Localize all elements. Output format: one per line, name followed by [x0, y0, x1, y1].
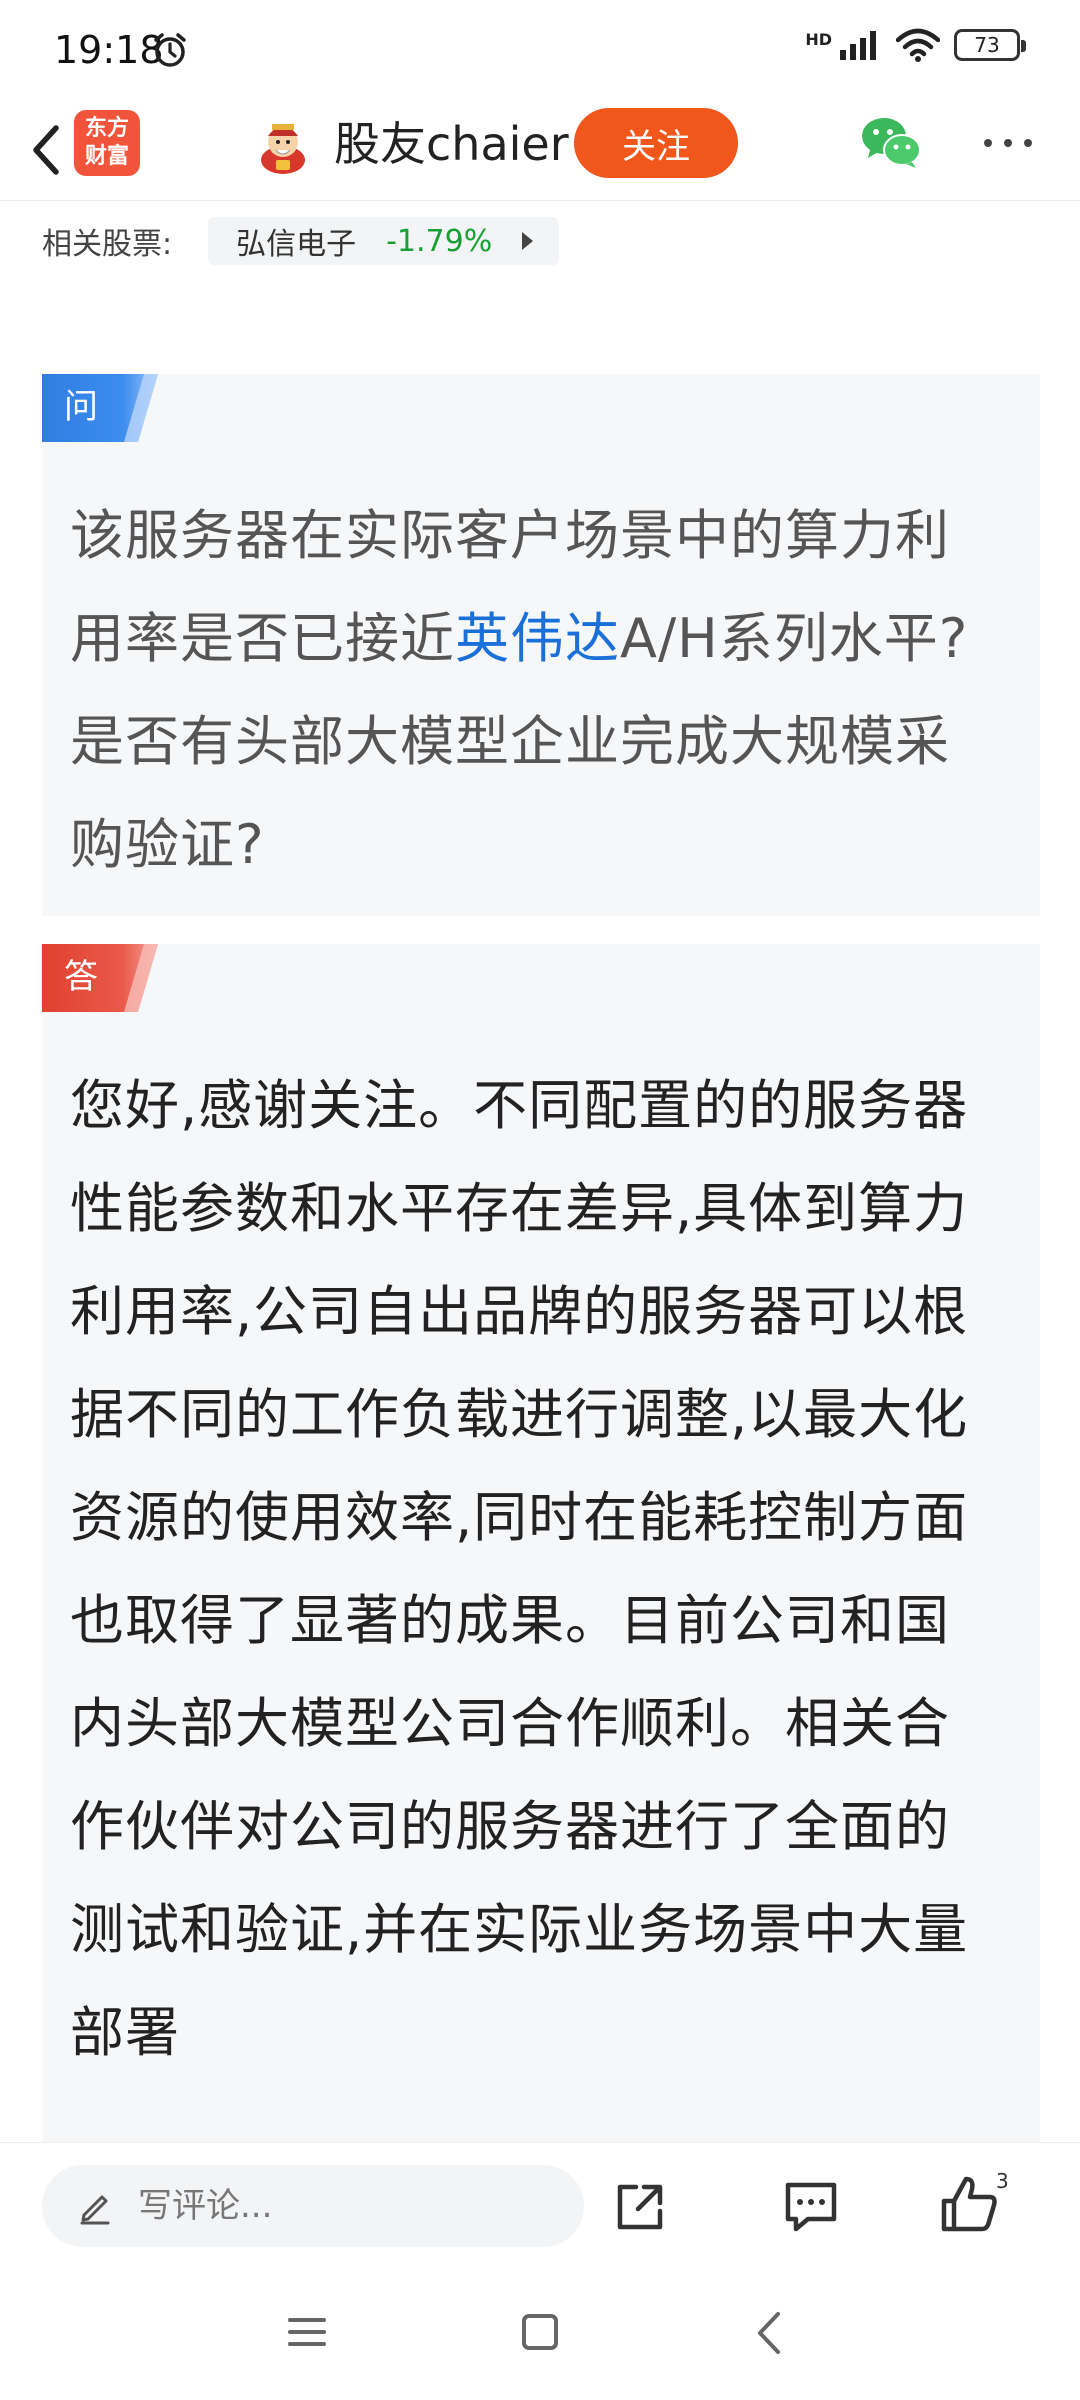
nav-back-icon[interactable]	[754, 2310, 784, 2356]
chevron-right-icon	[522, 232, 534, 250]
comment-input[interactable]	[136, 2185, 560, 2227]
question-card: 问 该服务器在实际客户场景中的算力利用率是否已接近英伟达A/H系列水平?是否有头…	[42, 374, 1040, 916]
answer-tag: 答	[64, 957, 98, 997]
thumbs-up-icon[interactable]	[940, 2173, 1000, 2235]
back-arrow-icon[interactable]	[20, 118, 80, 182]
comment-box[interactable]	[42, 2165, 584, 2247]
pen-icon	[80, 2195, 110, 2225]
more-icon[interactable]	[978, 118, 1038, 168]
post-header: 东方 财富 股友chaier 关注	[0, 100, 1080, 201]
comment-icon[interactable]	[782, 2179, 840, 2235]
answer-text: 您好,感谢关注。不同配置的的服务器性能参数和水平存在差异,具体到算力利用率,公司…	[70, 1074, 969, 2064]
answer-tag-badge	[42, 944, 158, 1012]
question-text: 该服务器在实际客户场景中的算力利用率是否已接近英伟达A/H系列水平?是否有头部大…	[70, 484, 1000, 896]
status-bar: 19:18 HD 73	[0, 0, 1080, 100]
wifi-icon	[896, 28, 940, 62]
question-tag: 问	[64, 387, 98, 427]
stock-name: 弘信电子	[236, 227, 357, 262]
stock-chip[interactable]: 弘信电子 -1.79%	[208, 217, 560, 265]
nav-menu-icon[interactable]	[286, 2312, 328, 2352]
follow-button[interactable]: 关注	[574, 108, 738, 178]
avatar[interactable]	[252, 114, 314, 176]
like-count: 3	[996, 2169, 1009, 2193]
bottom-action-bar: 3	[0, 2142, 1080, 2273]
app-logo-line2: 财富	[84, 144, 129, 169]
username[interactable]: 股友chaier	[334, 114, 569, 174]
wechat-icon[interactable]	[860, 114, 922, 170]
question-tag-badge	[42, 374, 158, 442]
system-nav-bar	[0, 2272, 1080, 2400]
signal-icon	[840, 31, 876, 60]
status-time: 19:18	[54, 28, 164, 72]
stock-link[interactable]: 英伟达	[455, 607, 620, 670]
network-type-label: HD	[805, 30, 832, 49]
alarm-clock-icon	[154, 33, 186, 67]
app-logo-line1: 东方	[84, 116, 129, 141]
battery-icon: 73	[954, 29, 1026, 61]
battery-level: 73	[974, 33, 1000, 57]
answer-card: 答 您好,感谢关注。不同配置的的服务器性能参数和水平存在差异,具体到算力利用率,…	[42, 944, 1040, 2144]
share-icon[interactable]	[612, 2179, 668, 2235]
related-label: 相关股票:	[42, 227, 173, 262]
nav-home-icon[interactable]	[520, 2312, 560, 2352]
related-stocks: 相关股票: 弘信电子 -1.79%	[42, 216, 560, 266]
app-logo[interactable]: 东方 财富	[74, 110, 140, 176]
stock-change: -1.79%	[386, 223, 493, 259]
